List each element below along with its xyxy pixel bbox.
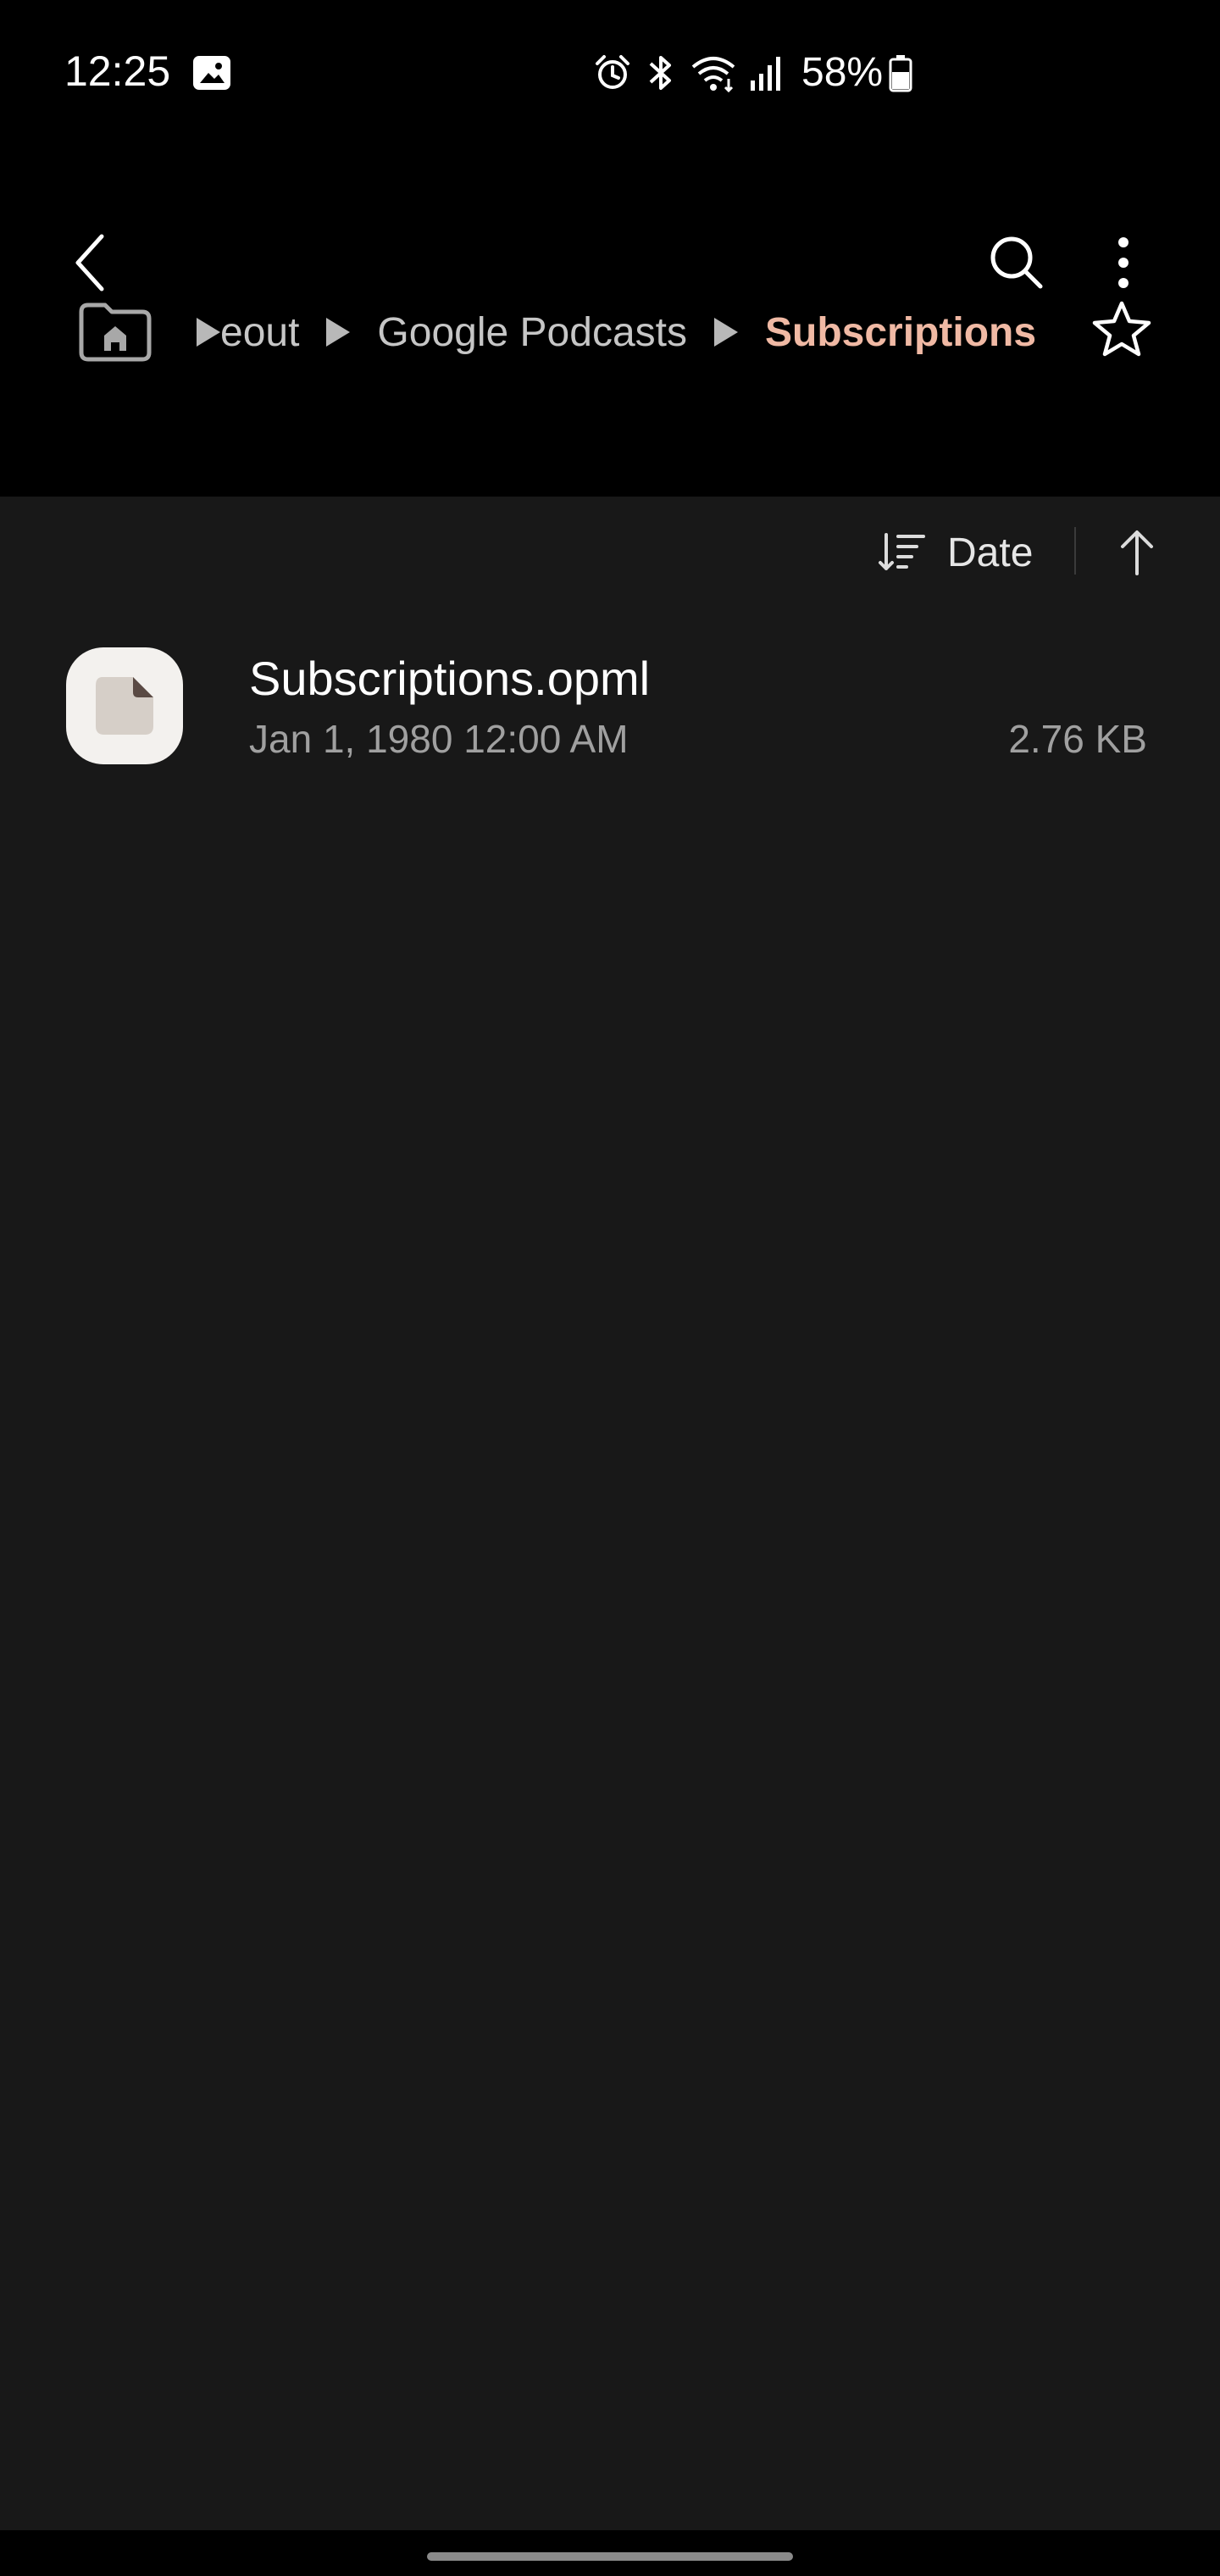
sort-bar: Date (0, 497, 1220, 598)
navigation-bar (0, 2530, 1220, 2576)
caret-right-icon (326, 318, 351, 347)
breadcrumb-item[interactable]: Google Podcasts (377, 309, 687, 356)
breadcrumb: eout Google Podcasts Subscriptions (197, 302, 1036, 363)
file-list-item[interactable]: Subscriptions.opml Jan 1, 1980 12:00 AM … (0, 639, 1220, 800)
home-folder-icon (79, 303, 152, 362)
divider (1074, 527, 1076, 575)
search-icon (990, 236, 1043, 289)
status-icons: 58% (593, 49, 925, 97)
star-icon (1092, 301, 1151, 357)
alarm-icon (593, 53, 632, 92)
bluetooth-icon (644, 53, 678, 92)
sort-by-button[interactable]: Date (878, 522, 1033, 583)
caret-right-icon (197, 318, 220, 347)
caret-right-icon (713, 318, 738, 347)
file-size: 2.76 KB (1008, 717, 1147, 761)
file-list-area: Date Subscriptions.opml Jan 1, 1980 12:0… (0, 497, 1220, 2530)
home-folder-button[interactable] (75, 298, 156, 366)
breadcrumb-current[interactable]: Subscriptions (765, 309, 1036, 356)
more-options-button[interactable] (1090, 229, 1157, 297)
wifi-icon (690, 53, 737, 92)
gallery-icon (193, 56, 230, 94)
file-date: Jan 1, 1980 12:00 AM (249, 717, 629, 761)
sort-label: Date (947, 530, 1034, 575)
breadcrumb-item[interactable]: eout (220, 309, 299, 356)
chevron-left-icon (75, 234, 104, 291)
signal-icon (749, 53, 783, 92)
battery-percent: 58% (801, 50, 884, 95)
battery-icon (888, 53, 913, 92)
file-icon (66, 647, 183, 764)
more-vertical-icon (1118, 237, 1128, 288)
home-indicator[interactable] (427, 2552, 793, 2561)
favorite-button[interactable] (1090, 297, 1154, 361)
app-bar: eout Google Podcasts Subscriptions (0, 144, 1220, 381)
sort-icon (879, 533, 925, 570)
sort-direction-button[interactable] (1106, 522, 1167, 583)
status-bar: 12:25 58% (0, 0, 1220, 144)
back-button[interactable] (61, 229, 120, 297)
status-time: 12:25 (64, 47, 171, 95)
arrow-up-icon (1121, 530, 1153, 575)
file-name: Subscriptions.opml (249, 652, 651, 705)
search-button[interactable] (983, 229, 1051, 297)
